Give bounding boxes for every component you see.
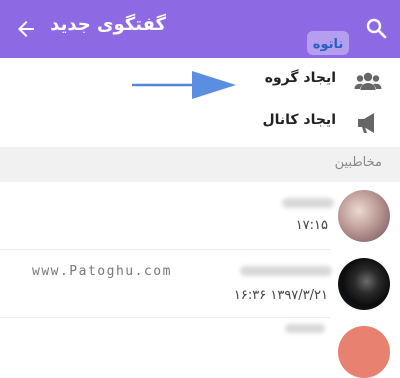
contact-row[interactable]: ۱۳۹۷/۳/۲۱ ۱۶:۳۶ xyxy=(0,250,400,318)
avatar xyxy=(338,258,390,310)
avatar xyxy=(338,190,390,242)
megaphone-icon xyxy=(358,113,374,133)
pointer-arrow-icon xyxy=(132,71,236,99)
create-group-label: ایجاد گروه xyxy=(264,70,336,86)
arrow-back-icon[interactable] xyxy=(14,17,38,41)
blurred-name xyxy=(282,198,334,208)
contacts-section-header: مخاطبین xyxy=(0,147,400,182)
page-title: گفتگوی جدید xyxy=(50,14,166,35)
search-icon[interactable] xyxy=(364,16,388,40)
contact-row-partial[interactable] xyxy=(0,318,400,378)
last-seen-time: ۱۳۹۷/۳/۲۱ ۱۶:۳۶ xyxy=(233,288,328,303)
blurred-name xyxy=(240,266,332,276)
avatar xyxy=(338,326,390,378)
create-channel-label: ایجاد کانال xyxy=(262,112,336,128)
create-channel-row[interactable]: ایجاد کانال xyxy=(0,100,400,146)
svg-text:ناتوه: ناتوه xyxy=(313,37,343,52)
watermark: www.Patoghu.com xyxy=(32,264,172,279)
section-title: مخاطبین xyxy=(334,155,382,170)
contact-row[interactable]: ۱۷:۱۵ xyxy=(0,182,400,250)
site-logo: ناتوه xyxy=(306,29,350,57)
last-seen-time: ۱۷:۱۵ xyxy=(295,218,328,233)
blurred-name xyxy=(285,324,325,333)
group-icon xyxy=(354,72,382,90)
